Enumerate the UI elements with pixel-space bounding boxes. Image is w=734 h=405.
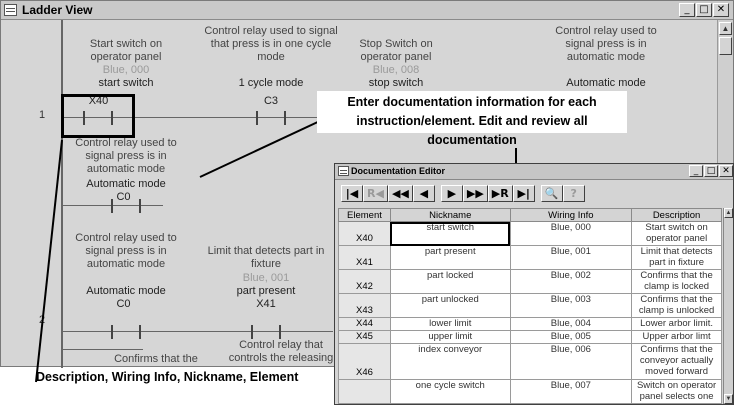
element-cell[interactable]: X46 xyxy=(338,343,391,380)
element-cell[interactable]: X40 xyxy=(338,221,391,246)
column-header-description[interactable]: Description xyxy=(631,208,722,222)
screenshot: Ladder View _ □ ✕ ▲ 1 2 Start switch on … xyxy=(0,0,734,405)
nickname-cell[interactable]: part unlocked xyxy=(389,293,511,318)
wiring-cell[interactable]: Blue, 006 xyxy=(509,343,633,380)
element-cell[interactable]: X42 xyxy=(338,269,391,294)
nickname-cell[interactable]: lower limit xyxy=(389,317,511,331)
description-cell[interactable]: Confirms that the clamp is locked xyxy=(631,269,722,294)
element-cell[interactable]: X41 xyxy=(338,245,391,270)
editor-title: Documentation Editor xyxy=(351,166,445,176)
next-record-button[interactable]: ▶ xyxy=(440,185,463,202)
table-row[interactable]: X43 part unlocked Blue, 003 Confirms tha… xyxy=(338,293,722,318)
table-row[interactable]: X41 part present Blue, 001 Limit that de… xyxy=(338,245,722,270)
table-row[interactable]: X44 lower limit Blue, 004 Lower arbor li… xyxy=(338,317,722,331)
description-cell[interactable]: Switch on operator panel selects one xyxy=(631,379,722,404)
nickname-cell[interactable]: upper limit xyxy=(389,330,511,344)
table-row[interactable]: X40 start switch Blue, 000 Start switch … xyxy=(338,221,722,246)
description-cell[interactable]: Lower arbor limit. xyxy=(631,317,722,331)
documentation-editor-window: Documentation Editor _ □ ✕ |◀ R◀ ◀◀ ◀ ▶ … xyxy=(334,163,734,405)
editor-window-icon xyxy=(338,166,349,176)
element-cell[interactable] xyxy=(338,379,391,404)
element-cell[interactable]: X43 xyxy=(338,293,391,318)
editor-minimize-button[interactable]: _ xyxy=(689,165,703,177)
table-row[interactable]: X42 part locked Blue, 002 Confirms that … xyxy=(338,269,722,294)
wiring-cell[interactable]: Blue, 003 xyxy=(509,293,633,318)
wiring-cell[interactable]: Blue, 002 xyxy=(509,269,633,294)
instruction-callout: Enter documentation information for each… xyxy=(317,91,627,147)
first-record-button[interactable]: |◀ xyxy=(341,185,363,202)
wiring-cell[interactable]: Blue, 005 xyxy=(509,330,633,344)
nickname-cell[interactable]: part locked xyxy=(389,269,511,294)
nickname-cell[interactable]: start switch xyxy=(389,221,511,246)
prev-record-button[interactable]: ◀ xyxy=(412,185,435,202)
editor-scroll-up-icon[interactable]: ▲ xyxy=(724,208,733,218)
column-header-wiring[interactable]: Wiring Info xyxy=(509,208,633,222)
editor-close-button[interactable]: ✕ xyxy=(719,165,733,177)
column-header-nickname[interactable]: Nickname xyxy=(389,208,511,222)
nickname-cell[interactable]: one cycle switch xyxy=(389,379,511,404)
help-button[interactable]: ? xyxy=(562,185,585,202)
wiring-cell[interactable]: Blue, 001 xyxy=(509,245,633,270)
editor-maximize-button[interactable]: □ xyxy=(704,165,718,177)
editor-scroll-down-icon[interactable]: ▼ xyxy=(724,394,733,404)
description-cell[interactable]: Confirms that the clamp is unlocked xyxy=(631,293,722,318)
description-cell[interactable]: Limit that detects part in fixture xyxy=(631,245,722,270)
editor-toolbar: |◀ R◀ ◀◀ ◀ ▶ ▶▶ ▶R ▶| 🔍 ? xyxy=(341,185,585,203)
element-cell[interactable]: X44 xyxy=(338,317,391,331)
fields-callout: Description, Wiring Info, Nickname, Elem… xyxy=(36,370,299,384)
last-record-button[interactable]: ▶| xyxy=(512,185,535,202)
next-rung-button[interactable]: ▶R xyxy=(487,185,513,202)
editor-vertical-scrollbar[interactable]: ▲ ▼ xyxy=(723,208,733,404)
wiring-cell[interactable]: Blue, 004 xyxy=(509,317,633,331)
prev-rung-button[interactable]: R◀ xyxy=(363,185,388,202)
wiring-cell[interactable]: Blue, 000 xyxy=(509,221,633,246)
editor-titlebar[interactable]: Documentation Editor _ □ ✕ xyxy=(335,164,733,180)
wiring-cell[interactable]: Blue, 007 xyxy=(509,379,633,404)
description-cell[interactable]: Upper arbor limt xyxy=(631,330,722,344)
element-cell[interactable]: X45 xyxy=(338,330,391,344)
documentation-grid: Element Nickname Wiring Info Description… xyxy=(338,208,722,404)
table-row[interactable]: X46 index conveyor Blue, 006 Confirms th… xyxy=(338,343,722,380)
column-header-element[interactable]: Element xyxy=(338,208,391,222)
next-page-button[interactable]: ▶▶ xyxy=(462,185,488,202)
nickname-cell[interactable]: part present xyxy=(389,245,511,270)
prev-page-button[interactable]: ◀◀ xyxy=(387,185,413,202)
find-button[interactable]: 🔍 xyxy=(540,185,563,202)
description-cell[interactable]: Start switch on operator panel xyxy=(631,221,722,246)
table-row[interactable]: X45 upper limit Blue, 005 Upper arbor li… xyxy=(338,330,722,344)
description-cell[interactable]: Confirms that the conveyor actually move… xyxy=(631,343,722,380)
table-row[interactable]: one cycle switch Blue, 007 Switch on ope… xyxy=(338,379,722,404)
nickname-cell[interactable]: index conveyor xyxy=(389,343,511,380)
